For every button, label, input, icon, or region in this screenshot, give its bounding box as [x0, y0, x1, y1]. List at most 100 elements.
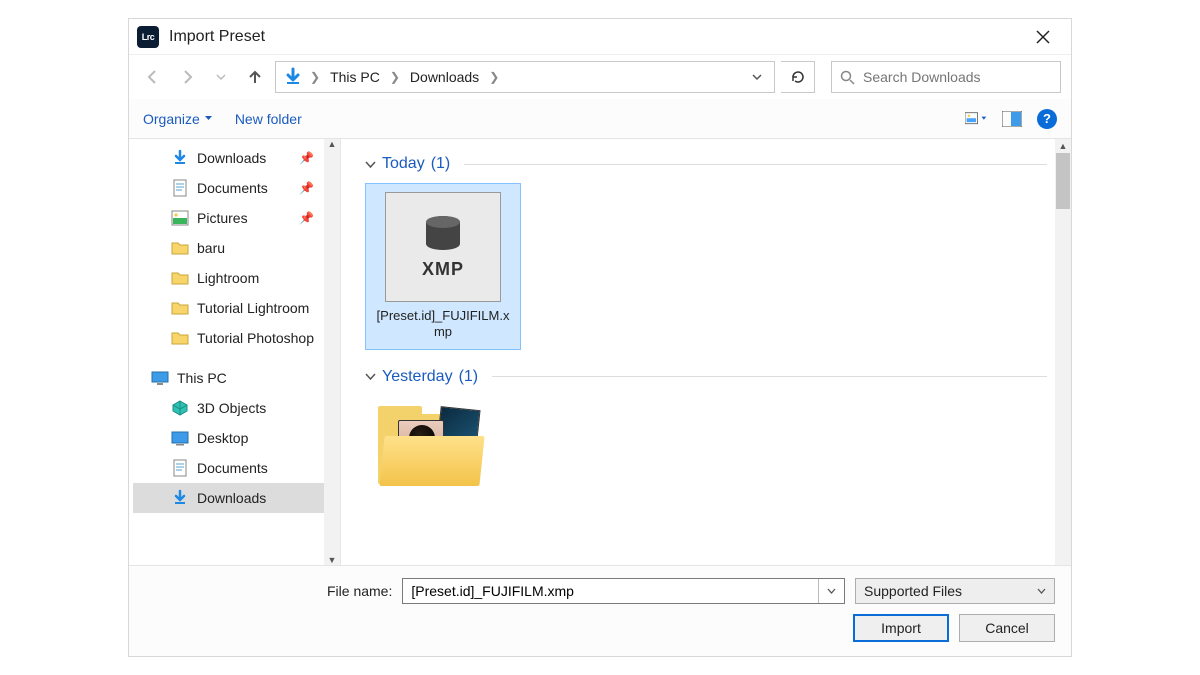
- folder-icon: [171, 269, 189, 287]
- group-yesterday[interactable]: Yesterday (1): [365, 368, 1047, 386]
- breadcrumb-dropdown[interactable]: [752, 72, 768, 82]
- sidebar-item-this-pc[interactable]: This PC: [133, 363, 340, 393]
- sidebar-item-label: baru: [197, 240, 225, 256]
- titlebar: Lrc Import Preset: [129, 19, 1071, 55]
- document-icon: [171, 179, 189, 197]
- help-button[interactable]: ?: [1037, 109, 1057, 129]
- sidebar-item-label: Desktop: [197, 430, 248, 446]
- forward-button[interactable]: [173, 63, 201, 91]
- sidebar-item-label: Documents: [197, 180, 268, 196]
- view-mode-button[interactable]: [965, 110, 987, 128]
- close-button[interactable]: [1023, 19, 1063, 55]
- file-type-label: Supported Files: [864, 583, 962, 599]
- import-preset-dialog: Lrc Import Preset ❯ This PC ❯ Downloads …: [128, 18, 1072, 657]
- group-today[interactable]: Today (1): [365, 155, 1047, 173]
- chevron-down-icon: [827, 587, 836, 596]
- filename-combobox[interactable]: [402, 578, 845, 604]
- chevron-right-icon: ❯: [487, 70, 501, 84]
- sidebar-item-documents-qa[interactable]: Documents 📌: [133, 173, 340, 203]
- group-count: (1): [431, 155, 451, 173]
- import-button[interactable]: Import: [853, 614, 949, 642]
- preview-pane-button[interactable]: [1001, 110, 1023, 128]
- sidebar-item-downloads[interactable]: Downloads: [133, 483, 340, 513]
- chevron-right-icon: ❯: [308, 70, 322, 84]
- chevron-down-icon: [1037, 587, 1046, 596]
- desktop-icon: [171, 429, 189, 447]
- sidebar-item-label: This PC: [177, 370, 227, 386]
- chevron-down-icon: [365, 159, 376, 170]
- cancel-button[interactable]: Cancel: [959, 614, 1055, 642]
- filename-input[interactable]: [403, 579, 818, 603]
- sidebar-item-tutorial-lightroom[interactable]: Tutorial Lightroom: [133, 293, 340, 323]
- sidebar-item-tutorial-photoshop[interactable]: Tutorial Photoshop: [133, 323, 340, 353]
- pin-icon: 📌: [299, 211, 314, 225]
- group-label: Today: [382, 155, 425, 173]
- filename-label: File name:: [145, 583, 392, 599]
- up-button[interactable]: [241, 63, 269, 91]
- sidebar-item-3d-objects[interactable]: 3D Objects: [133, 393, 340, 423]
- folder-icon: [171, 239, 189, 257]
- folder-tree: Downloads 📌 Documents 📌 Pictures 📌: [129, 139, 340, 517]
- group-label: Yesterday: [382, 368, 453, 386]
- sidebar-item-pictures-qa[interactable]: Pictures 📌: [133, 203, 340, 233]
- search-box[interactable]: [831, 61, 1061, 93]
- scroll-down-icon: ▼: [328, 555, 337, 565]
- sidebar-item-label: Downloads: [197, 490, 266, 506]
- scroll-up-icon: ▲: [328, 139, 337, 149]
- chevron-down-icon: [365, 371, 376, 382]
- dialog-body: Downloads 📌 Documents 📌 Pictures 📌: [129, 139, 1071, 565]
- file-list-area[interactable]: Today (1) XMP [Preset.id]_FUJI: [341, 139, 1071, 565]
- thumbnails-icon: [965, 111, 987, 127]
- folder-item[interactable]: [365, 396, 495, 496]
- nav-sidebar: Downloads 📌 Documents 📌 Pictures 📌: [129, 139, 341, 565]
- sidebar-scrollbar[interactable]: ▲ ▼: [324, 139, 340, 565]
- divider: [492, 376, 1047, 377]
- downloads-location-icon: [282, 66, 304, 88]
- sidebar-item-label: Downloads: [197, 150, 266, 166]
- breadcrumb-bar[interactable]: ❯ This PC ❯ Downloads ❯: [275, 61, 775, 93]
- new-folder-button[interactable]: New folder: [235, 111, 302, 127]
- filename-dropdown[interactable]: [818, 579, 844, 603]
- breadcrumb-downloads[interactable]: Downloads: [406, 69, 483, 85]
- recent-dropdown[interactable]: [207, 63, 235, 91]
- sidebar-item-label: Documents: [197, 460, 268, 476]
- organize-menu[interactable]: Organize: [143, 111, 213, 127]
- file-item-selected[interactable]: XMP [Preset.id]_FUJIFILM.xmp: [365, 183, 521, 350]
- 3d-objects-icon: [171, 399, 189, 417]
- arrow-up-icon: [246, 68, 264, 86]
- search-icon: [840, 70, 855, 85]
- folder-icon: [171, 299, 189, 317]
- nav-row: ❯ This PC ❯ Downloads ❯: [129, 55, 1071, 99]
- chevron-down-icon: [216, 72, 226, 82]
- arrow-right-icon: [178, 68, 196, 86]
- search-input[interactable]: [863, 69, 1052, 85]
- arrow-left-icon: [144, 68, 162, 86]
- database-icon: [421, 215, 465, 253]
- refresh-button[interactable]: [781, 61, 815, 93]
- sidebar-item-label: 3D Objects: [197, 400, 266, 416]
- content-scrollbar[interactable]: ▲: [1055, 139, 1071, 565]
- download-icon: [171, 489, 189, 507]
- sidebar-item-label: Tutorial Photoshop: [197, 330, 314, 346]
- caret-down-icon: [204, 114, 213, 123]
- back-button[interactable]: [139, 63, 167, 91]
- file-type-label: XMP: [422, 259, 464, 280]
- scroll-thumb[interactable]: [1056, 153, 1070, 209]
- dialog-footer: File name: Supported Files Import Cancel: [129, 565, 1071, 656]
- sidebar-item-label: Pictures: [197, 210, 248, 226]
- sidebar-item-desktop[interactable]: Desktop: [133, 423, 340, 453]
- sidebar-item-lightroom[interactable]: Lightroom: [133, 263, 340, 293]
- xmp-file-icon: XMP: [385, 192, 501, 302]
- file-type-select[interactable]: Supported Files: [855, 578, 1055, 604]
- organize-label: Organize: [143, 111, 200, 127]
- breadcrumb-this-pc[interactable]: This PC: [326, 69, 384, 85]
- window-title: Import Preset: [169, 28, 1023, 46]
- sidebar-item-documents[interactable]: Documents: [133, 453, 340, 483]
- preview-pane-icon: [1002, 111, 1022, 127]
- folder-icon: [171, 329, 189, 347]
- thispc-icon: [151, 369, 169, 387]
- divider: [464, 164, 1047, 165]
- pin-icon: 📌: [299, 181, 314, 195]
- sidebar-item-baru[interactable]: baru: [133, 233, 340, 263]
- sidebar-item-downloads-qa[interactable]: Downloads 📌: [133, 143, 340, 173]
